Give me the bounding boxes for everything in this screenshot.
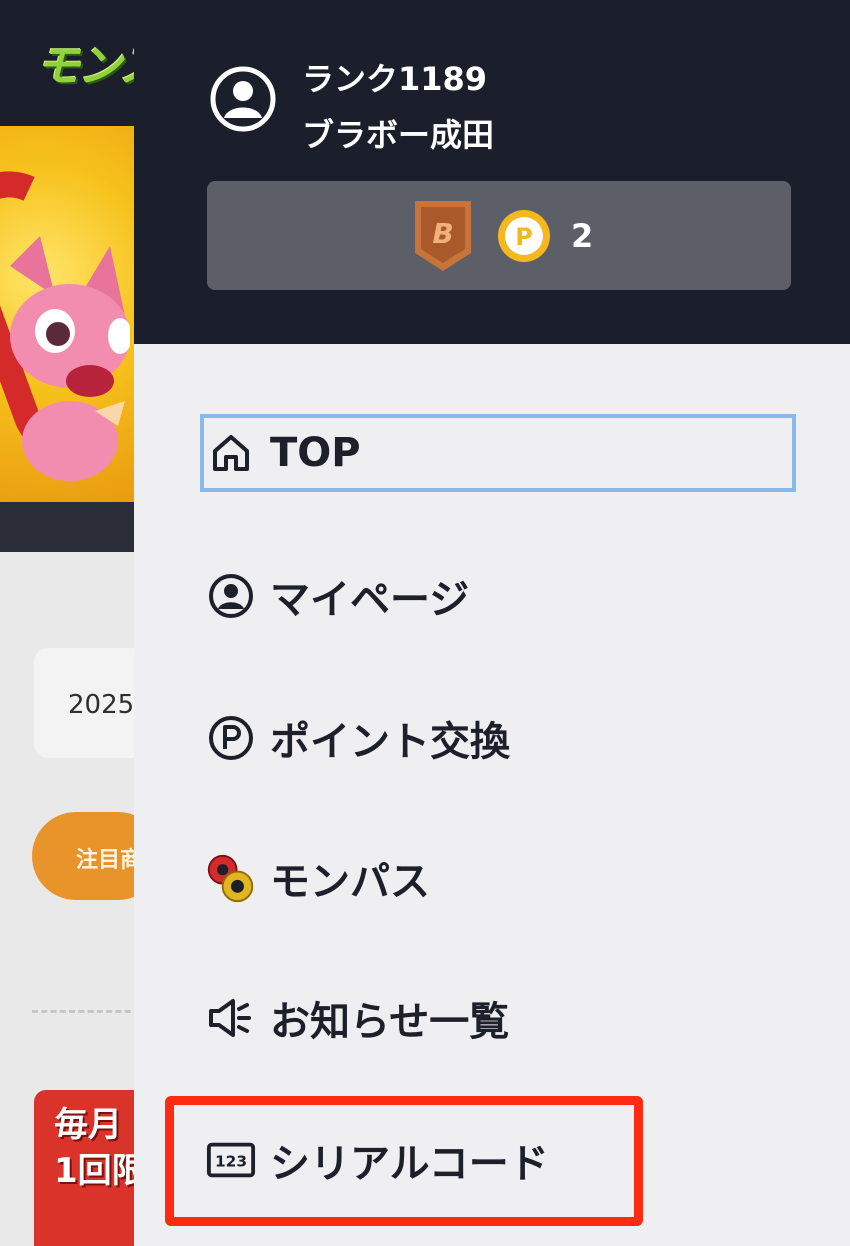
promo-line-2: 1回限 [54, 1151, 144, 1191]
promo-text: 毎月 1回限 [54, 1102, 144, 1194]
drawer-header: ランク1189 ブラボー成田 B P 2 [134, 0, 850, 344]
background-divider [32, 1010, 140, 1013]
menu-item-mypage[interactable]: マイページ [200, 556, 796, 636]
svg-text:123: 123 [215, 1153, 247, 1171]
menu-item-top[interactable]: TOP [200, 414, 796, 492]
menu-item-label: モンパス [270, 859, 430, 905]
point-coin-icon: P [498, 210, 550, 262]
background-date-text: 2025/ [68, 690, 143, 720]
banner-character-illustration [10, 236, 130, 481]
background-strip [0, 502, 140, 552]
menu-item-label: マイページ [270, 577, 470, 623]
user-circle-icon [206, 571, 256, 621]
menu-item-monpass[interactable]: モンパス [200, 838, 796, 918]
status-panel: B P 2 [207, 181, 791, 290]
coin-letter: P [515, 223, 533, 251]
background-banner[interactable] [0, 126, 140, 502]
background-logo[interactable]: モンス [36, 30, 140, 94]
megaphone-icon [206, 993, 256, 1043]
points-count: 2 [571, 217, 594, 255]
background-pill-text: 注目商 [76, 848, 143, 873]
menu-item-label: ポイント交換 [270, 719, 510, 765]
menu-item-point-exchange[interactable]: ポイント交換 [200, 698, 796, 778]
menu-item-label: TOP [270, 430, 361, 476]
menu-item-label: お知らせ一覧 [270, 999, 510, 1045]
user-rank: ランク1189 [302, 60, 488, 98]
user-name: ブラボー成田 [302, 116, 495, 154]
home-icon [206, 428, 256, 478]
menu-item-label: シリアルコード [270, 1141, 549, 1187]
user-avatar-icon [210, 66, 276, 132]
promo-line-1: 毎月 [54, 1105, 122, 1145]
point-circle-icon [206, 713, 256, 763]
menu-item-serial-code[interactable]: 123 シリアルコード [200, 1120, 796, 1200]
serial-code-icon: 123 [206, 1135, 256, 1185]
monpass-icon [206, 853, 256, 903]
side-drawer: ランク1189 ブラボー成田 B P 2 TOP マイページ ポイント交換 モン… [134, 0, 850, 1246]
menu-item-news[interactable]: お知らせ一覧 [200, 978, 796, 1058]
badge-letter: B [432, 217, 453, 250]
rank-badge-icon: B [415, 201, 471, 271]
background-header: モンス [0, 0, 140, 126]
background-promo-banner[interactable]: 毎月 1回限 [34, 1090, 144, 1246]
